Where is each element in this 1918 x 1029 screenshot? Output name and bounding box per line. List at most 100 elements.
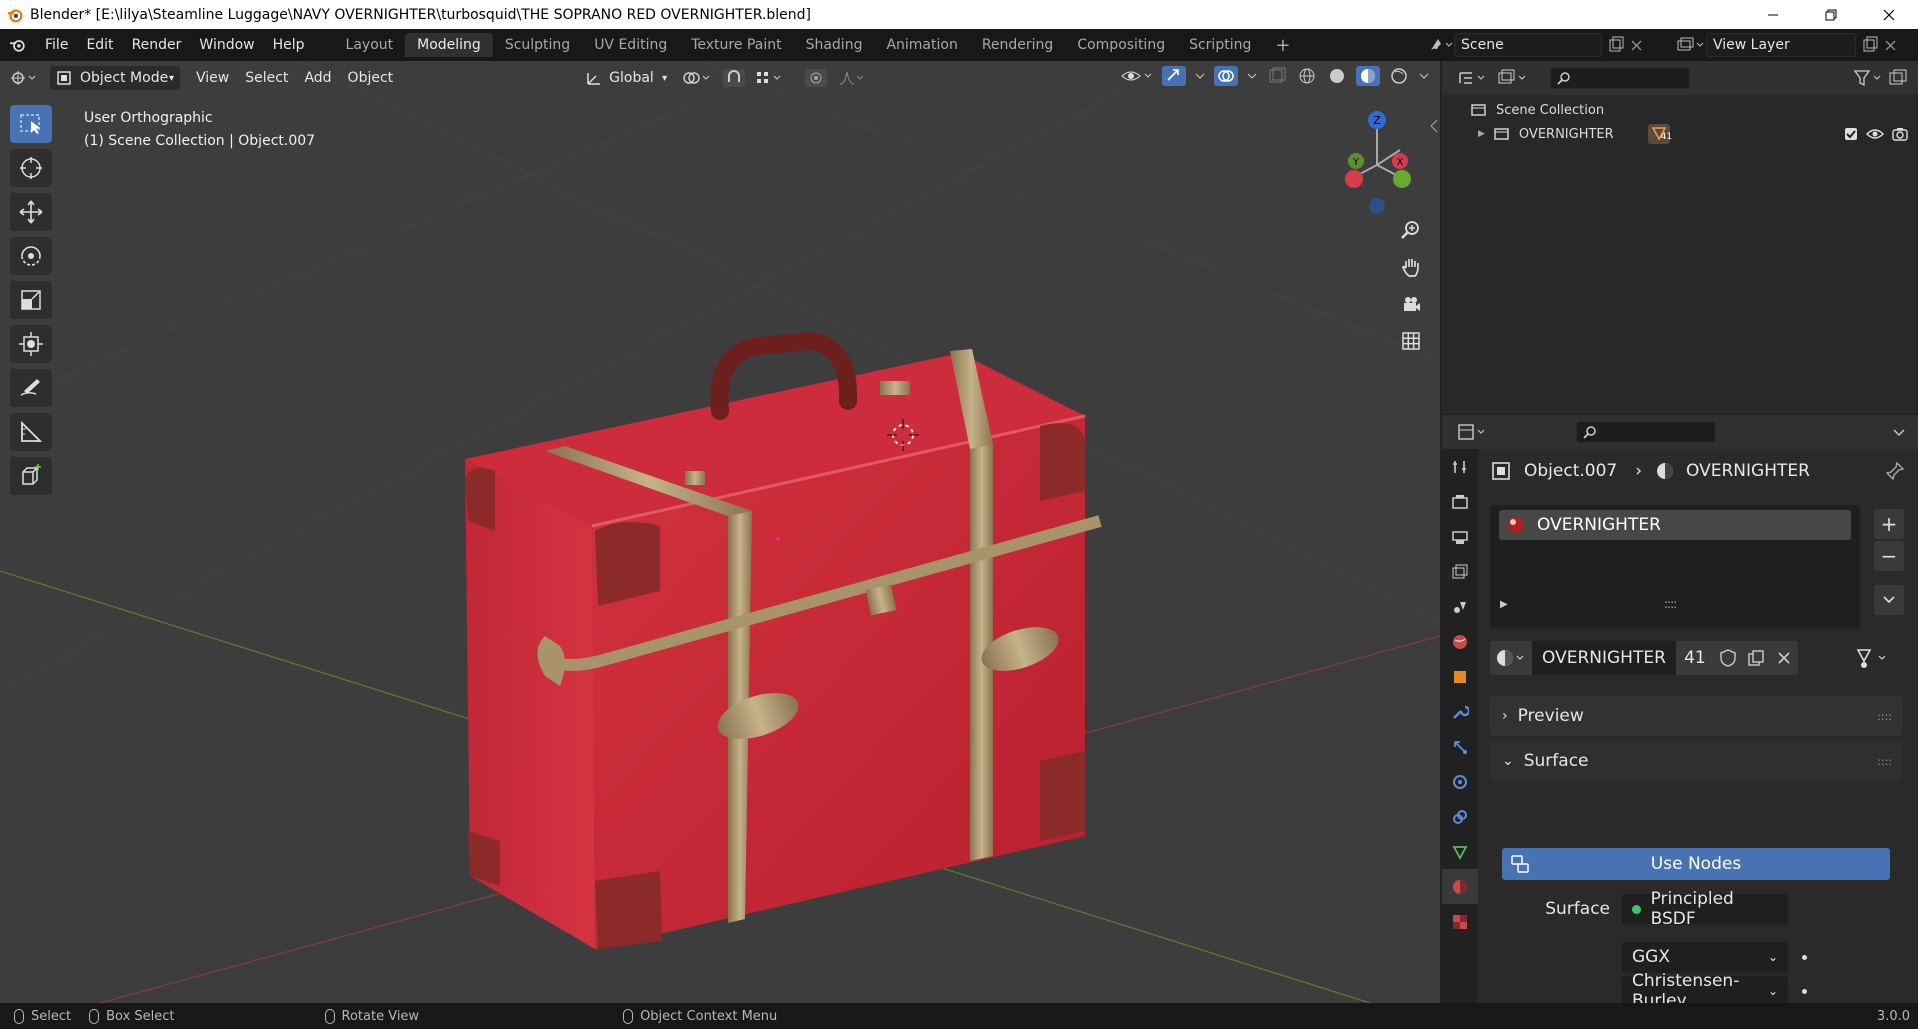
subsurface-method-dropdown[interactable]: Christensen-Burley ⌄ [1622,971,1788,1011]
tab-output[interactable] [1442,519,1478,554]
gizmo-neg-x-icon[interactable] [1345,170,1363,188]
snap-increment-icon[interactable] [755,69,785,87]
tab-tool[interactable] [1442,449,1478,484]
add-material-slot-button[interactable]: + [1874,509,1904,539]
viewport-menu-object[interactable]: Object [340,70,402,86]
suitcase-model[interactable] [465,331,1102,949]
render-camera-icon[interactable] [1892,127,1908,141]
resize-handle-icon[interactable]: :::: [1664,597,1677,611]
material-name-field[interactable]: OVERNIGHTER [1532,641,1676,675]
overlays-toggle-icon[interactable] [1214,66,1238,86]
tab-world[interactable] [1442,624,1478,659]
navigation-gizmo[interactable]: Z Y X [1330,105,1425,215]
expand-arrow-icon[interactable]: ▶ [1500,599,1508,610]
restore-button[interactable] [1802,0,1860,29]
material-users-count[interactable]: 41 [1675,641,1714,675]
material-specials-button[interactable] [1874,585,1904,615]
measure-tool[interactable] [10,413,52,451]
mode-dropdown[interactable]: Object Mode ▾ [50,66,180,90]
tab-scripting[interactable]: Scripting [1177,33,1263,57]
outliner-search-input[interactable] [1550,67,1690,89]
add-cube-tool[interactable] [10,457,52,495]
eye-icon[interactable] [1866,127,1884,141]
tab-render[interactable] [1442,484,1478,519]
tab-modeling[interactable]: Modeling [405,33,493,57]
minimize-button[interactable] [1744,0,1802,29]
falloff-icon[interactable] [837,69,865,87]
add-workspace-button[interactable]: + [1263,31,1302,60]
zoom-button[interactable] [1396,215,1426,245]
chevron-down-icon[interactable] [1246,66,1258,86]
3d-viewport[interactable]: Object Mode ▾ View Select Add Object Glo… [0,61,1440,1003]
transform-orientation-dropdown[interactable]: Global ▾ [579,66,673,90]
wireframe-shading-icon[interactable] [1296,66,1318,86]
select-box-tool[interactable] [10,105,52,143]
tab-texture-paint[interactable]: Texture Paint [679,33,793,57]
rendered-shading-icon[interactable] [1388,66,1410,86]
view-layer-field[interactable]: View Layer [1706,32,1856,57]
viewport-menu-add[interactable]: Add [296,70,339,86]
surface-panel-header[interactable]: ⌄ Surface :::: [1490,741,1902,781]
menu-help[interactable]: Help [264,37,314,53]
pan-button[interactable] [1396,252,1426,282]
pin-icon[interactable] [1884,460,1906,482]
snap-toggle-icon[interactable] [723,69,746,87]
tab-scene[interactable] [1442,589,1478,624]
scale-tool[interactable] [10,281,52,319]
scene-name-field[interactable]: Scene [1454,32,1602,57]
drag-handle-icon[interactable]: :::: [1877,755,1892,768]
keyframe-dot-icon[interactable] [1802,988,1807,994]
solid-shading-icon[interactable] [1326,66,1348,86]
unlink-material-button[interactable] [1769,641,1798,675]
tab-material[interactable] [1442,869,1478,904]
menu-edit[interactable]: Edit [77,37,122,53]
tab-layout[interactable]: Layout [334,33,406,57]
tab-physics[interactable] [1442,764,1478,799]
remove-material-slot-button[interactable]: − [1874,541,1904,571]
distribution-dropdown[interactable]: GGX ⌄ [1622,941,1788,973]
new-scene-icon[interactable] [1606,35,1628,55]
menu-file[interactable]: File [36,37,77,53]
material-preview-shading-icon[interactable] [1356,66,1380,86]
close-window-button[interactable] [1860,0,1918,29]
visibility-dropdown-icon[interactable] [1120,66,1154,86]
gizmo-toggle-icon[interactable] [1162,66,1186,86]
tab-compositing[interactable]: Compositing [1065,33,1177,57]
tab-data[interactable] [1442,834,1478,869]
menu-render[interactable]: Render [123,37,191,53]
cursor-tool[interactable] [10,149,52,187]
camera-view-button[interactable] [1396,289,1426,319]
view-layer-icon[interactable] [1672,35,1706,55]
tab-sculpting[interactable]: Sculpting [493,33,582,57]
gizmo-neg-y-icon[interactable] [1393,170,1411,188]
blender-menu-icon[interactable] [0,37,36,53]
checkbox-icon[interactable] [1844,127,1858,141]
move-tool[interactable] [10,193,52,231]
menu-window[interactable]: Window [190,37,263,53]
remove-view-layer-icon[interactable] [1882,35,1900,55]
tab-rendering[interactable]: Rendering [970,33,1066,57]
transform-tool[interactable] [10,325,52,363]
fake-user-button[interactable] [1713,641,1742,675]
material-slot-list[interactable]: OVERNIGHTER ▶ :::: [1490,505,1860,629]
chevron-down-icon[interactable] [1194,66,1206,86]
expand-arrow-icon[interactable]: ▶ [1478,129,1485,139]
xray-toggle-icon[interactable] [1266,66,1288,86]
new-collection-icon[interactable] [1886,68,1912,88]
projection-toggle-button[interactable] [1396,326,1426,356]
tab-animation[interactable]: Animation [874,33,969,57]
chevron-down-icon[interactable] [1418,66,1430,86]
options-chevron-icon[interactable] [1890,422,1908,442]
tab-shading[interactable]: Shading [794,33,875,57]
rotate-tool[interactable] [10,237,52,275]
tab-particles[interactable] [1442,729,1478,764]
tab-texture[interactable] [1442,904,1478,939]
properties-search-input[interactable] [1576,421,1716,443]
scene-icon[interactable] [1428,35,1454,55]
preview-panel-header[interactable]: › Preview :::: [1490,696,1902,736]
viewport-menu-view[interactable]: View [188,70,237,86]
keyframe-dot-icon[interactable] [1802,954,1807,960]
annotate-tool[interactable] [10,369,52,407]
proportional-editing-icon[interactable] [805,69,828,87]
display-mode-icon[interactable] [1496,68,1532,88]
